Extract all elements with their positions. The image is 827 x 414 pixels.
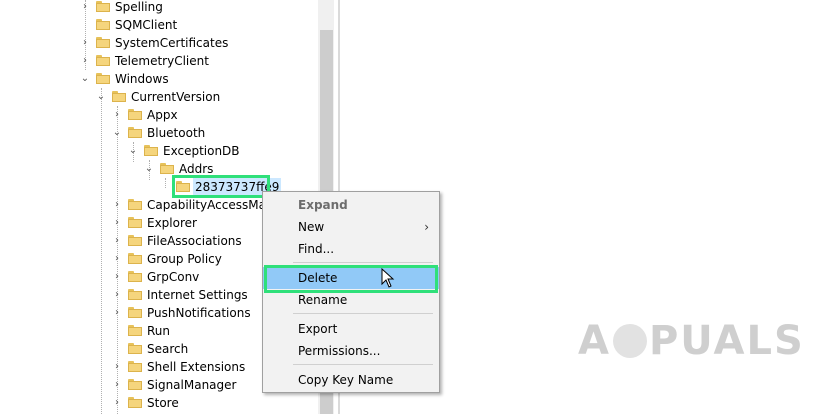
tree-item-label: Explorer — [147, 216, 197, 230]
tree-item-label: TelemetryClient — [115, 54, 209, 68]
tree-item[interactable]: › Appx — [0, 106, 318, 124]
mascot-icon — [612, 324, 647, 358]
tree-item-label: SQMClient — [115, 18, 178, 32]
folder-icon — [128, 109, 142, 120]
tree-item[interactable]: ⌄ Windows — [0, 70, 318, 88]
menu-item-label: Expand — [298, 198, 348, 212]
tree-item-label: Internet Settings — [147, 288, 248, 302]
folder-icon — [96, 19, 110, 30]
watermark-logo: A PUALS — [578, 318, 805, 364]
menu-item-export[interactable]: Export — [263, 318, 439, 340]
tree-item-label: Store — [147, 396, 179, 410]
chevron-down-icon[interactable]: ⌄ — [96, 88, 106, 106]
tree-item-label: GrpConv — [147, 270, 200, 284]
tree-item-label: ExceptionDB — [163, 144, 240, 158]
folder-icon — [128, 307, 142, 318]
tree-item-label: Appx — [147, 108, 178, 122]
tree-item-label: SignalManager — [147, 378, 237, 392]
menu-item-label: Copy Key Name — [298, 373, 394, 387]
folder-icon — [160, 163, 174, 174]
chevron-down-icon[interactable]: ⌄ — [80, 70, 90, 88]
chevron-right-icon[interactable]: › — [112, 232, 122, 250]
watermark-text: PUALS — [648, 318, 805, 364]
mouse-cursor-icon — [381, 268, 395, 288]
menu-item-label: Export — [298, 322, 338, 336]
highlight-box-selected-key — [172, 175, 270, 198]
tree-item-label: FileAssociations — [147, 234, 242, 248]
chevron-right-icon[interactable]: › — [112, 394, 122, 412]
tree-item-label: Group Policy — [147, 252, 222, 266]
tree-item-label: PushNotifications — [147, 306, 251, 320]
folder-icon — [128, 271, 142, 282]
chevron-right-icon[interactable]: › — [80, 34, 90, 52]
tree-item-label: Spelling — [115, 0, 163, 14]
tree-item-label: Windows — [115, 72, 169, 86]
menu-item-label: Find... — [298, 242, 335, 256]
tree-item[interactable]: ⌄ Addrs — [0, 160, 318, 178]
folder-icon — [128, 325, 142, 336]
tree-item[interactable]: SQMClient — [0, 16, 318, 34]
tree-item[interactable]: ⌄ ExceptionDB — [0, 142, 318, 160]
menu-item-find[interactable]: Find... — [263, 238, 439, 260]
tree-item[interactable]: ⌄ CurrentVersion — [0, 88, 318, 106]
chevron-down-icon[interactable]: ⌄ — [128, 142, 138, 160]
chevron-right-icon[interactable]: › — [112, 250, 122, 268]
watermark-letter: A — [578, 318, 611, 364]
folder-icon — [96, 73, 110, 84]
chevron-down-icon[interactable]: ⌄ — [112, 124, 122, 142]
folder-icon — [128, 397, 142, 408]
chevron-right-icon[interactable]: › — [112, 214, 122, 232]
folder-icon — [128, 199, 142, 210]
folder-icon — [96, 1, 110, 12]
chevron-right-icon: › — [424, 220, 429, 234]
folder-icon — [128, 127, 142, 138]
folder-icon — [144, 145, 158, 156]
folder-icon — [128, 217, 142, 228]
chevron-right-icon[interactable]: › — [112, 106, 122, 124]
folder-icon — [112, 91, 126, 102]
folder-icon — [128, 361, 142, 372]
chevron-right-icon[interactable]: › — [80, 0, 90, 16]
chevron-right-icon[interactable]: › — [112, 376, 122, 394]
menu-separator — [293, 262, 433, 263]
tree-item-label: Bluetooth — [147, 126, 206, 140]
menu-item-copy-key-name[interactable]: Copy Key Name — [263, 369, 439, 391]
tree-item-label: Run — [147, 324, 171, 338]
menu-item-new[interactable]: New › — [263, 216, 439, 238]
folder-icon — [128, 289, 142, 300]
chevron-right-icon[interactable]: › — [112, 358, 122, 376]
folder-icon — [128, 253, 142, 264]
menu-item-label: Permissions... — [298, 344, 381, 358]
menu-separator — [293, 364, 433, 365]
menu-item-permissions[interactable]: Permissions... — [263, 340, 439, 362]
chevron-right-icon[interactable]: › — [112, 196, 122, 214]
chevron-right-icon[interactable]: › — [112, 268, 122, 286]
folder-icon — [96, 55, 110, 66]
tree-item[interactable]: › SystemCertificates — [0, 34, 318, 52]
tree-item-label: SystemCertificates — [115, 36, 229, 50]
folder-icon — [128, 379, 142, 390]
tree-item-label: Search — [147, 342, 189, 356]
folder-icon — [96, 37, 110, 48]
menu-item-label: New — [298, 220, 325, 234]
chevron-right-icon[interactable]: › — [112, 304, 122, 322]
tree-item-label: CurrentVersion — [131, 90, 221, 104]
tree-item-label: CapabilityAccessMana — [147, 198, 281, 212]
folder-icon — [128, 343, 142, 354]
chevron-down-icon[interactable]: ⌄ — [144, 160, 154, 178]
chevron-right-icon[interactable]: › — [80, 52, 90, 70]
tree-item[interactable]: ⌄ Bluetooth — [0, 124, 318, 142]
tree-item-label: Shell Extensions — [147, 360, 246, 374]
menu-separator — [293, 313, 433, 314]
tree-item[interactable]: › Store — [0, 394, 318, 412]
chevron-right-icon[interactable]: › — [112, 286, 122, 304]
tree-item[interactable]: › Spelling — [0, 0, 318, 16]
tree-item[interactable]: › TelemetryClient — [0, 52, 318, 70]
menu-item-expand[interactable]: Expand — [263, 194, 439, 216]
highlight-box-delete — [264, 265, 438, 293]
folder-icon — [128, 235, 142, 246]
